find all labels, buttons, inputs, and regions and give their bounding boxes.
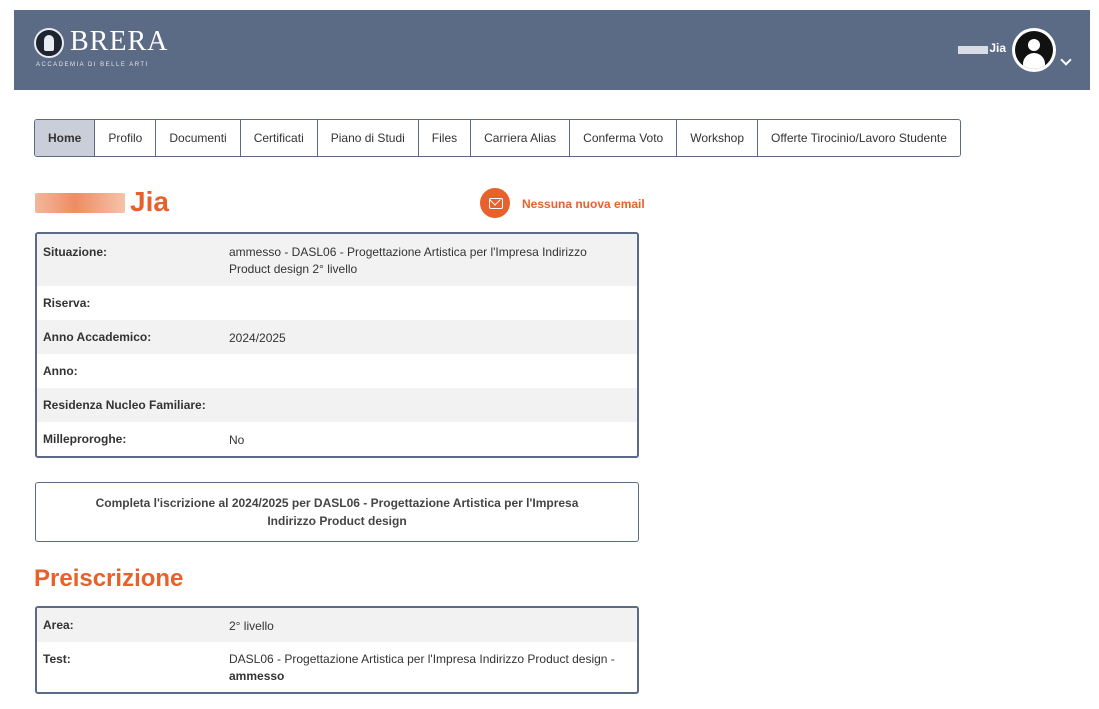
row-label: Riserva: — [43, 296, 91, 310]
row-label: Situazione: — [43, 245, 108, 259]
row-label: Test: — [43, 652, 71, 666]
table-row: Residenza Nucleo Familiare: — [37, 388, 637, 422]
user-name: Jia — [989, 41, 1006, 55]
table-row: Anno: — [37, 354, 637, 388]
tab-piano-di-studi[interactable]: Piano di Studi — [317, 120, 419, 156]
logo-subtitle: ACCADEMIA DI BELLE ARTI — [36, 62, 149, 68]
test-result: ammesso — [229, 669, 285, 683]
user-menu[interactable]: Jia — [930, 28, 1072, 72]
row-label: Area: — [43, 618, 74, 632]
row-value: ammesso - DASL06 - Progettazione Artisti… — [229, 245, 587, 276]
row-value: 2024/2025 — [229, 331, 286, 345]
top-header: BRERA ACCADEMIA DI BELLE ARTI Jia — [14, 10, 1090, 90]
tab-files[interactable]: Files — [418, 120, 472, 156]
tab-offerte-tirocinio[interactable]: Offerte Tirocinio/Lavoro Studente — [758, 120, 960, 156]
table-row: Test: DASL06 - Progettazione Artistica p… — [37, 642, 637, 692]
tab-home[interactable]: Home — [35, 120, 96, 156]
table-row: Area: 2° livello — [37, 608, 637, 642]
enrollment-notice[interactable]: Completa l'iscrizione al 2024/2025 per D… — [35, 482, 639, 542]
preiscrizione-card: Area: 2° livello Test: DASL06 - Progetta… — [35, 606, 639, 694]
tab-conferma-voto[interactable]: Conferma Voto — [570, 120, 678, 156]
row-label: Anno Accademico: — [43, 330, 152, 344]
student-status-card: Situazione: ammesso - DASL06 - Progettaz… — [35, 232, 639, 458]
row-value: No — [229, 433, 245, 447]
student-name-redacted — [35, 193, 125, 213]
student-name: Jia — [130, 186, 169, 217]
user-icon — [1015, 31, 1053, 69]
tab-workshop[interactable]: Workshop — [677, 120, 759, 156]
test-description: DASL06 - Progettazione Artistica per l'I… — [229, 652, 615, 666]
main-nav-tabs: Home Profilo Documenti Certificati Piano… — [34, 119, 961, 157]
row-value: DASL06 - Progettazione Artistica per l'I… — [229, 651, 637, 692]
logo-title: BRERA — [70, 26, 169, 57]
logo-emblem-icon — [34, 28, 64, 58]
row-value: 2° livello — [229, 619, 274, 633]
tab-certificati[interactable]: Certificati — [240, 120, 318, 156]
avatar[interactable] — [1012, 28, 1056, 72]
section-title-preiscrizione: Preiscrizione — [34, 565, 184, 592]
row-label: Anno: — [43, 364, 78, 378]
user-name-redacted — [958, 46, 988, 54]
tab-documenti[interactable]: Documenti — [156, 120, 241, 156]
mail-icon[interactable] — [480, 188, 510, 218]
chevron-down-icon[interactable] — [1060, 54, 1072, 66]
table-row: Milleproroghe: No — [37, 422, 637, 456]
tab-profilo[interactable]: Profilo — [95, 120, 157, 156]
email-status-link[interactable]: Nessuna nuova email — [522, 197, 645, 211]
table-row: Anno Accademico: 2024/2025 — [37, 320, 637, 354]
row-label: Residenza Nucleo Familiare: — [43, 398, 206, 412]
table-row: Riserva: — [37, 286, 637, 320]
tab-carriera-alias[interactable]: Carriera Alias — [471, 120, 571, 156]
row-label: Milleproroghe: — [43, 432, 127, 446]
table-row: Situazione: ammesso - DASL06 - Progettaz… — [37, 234, 637, 286]
